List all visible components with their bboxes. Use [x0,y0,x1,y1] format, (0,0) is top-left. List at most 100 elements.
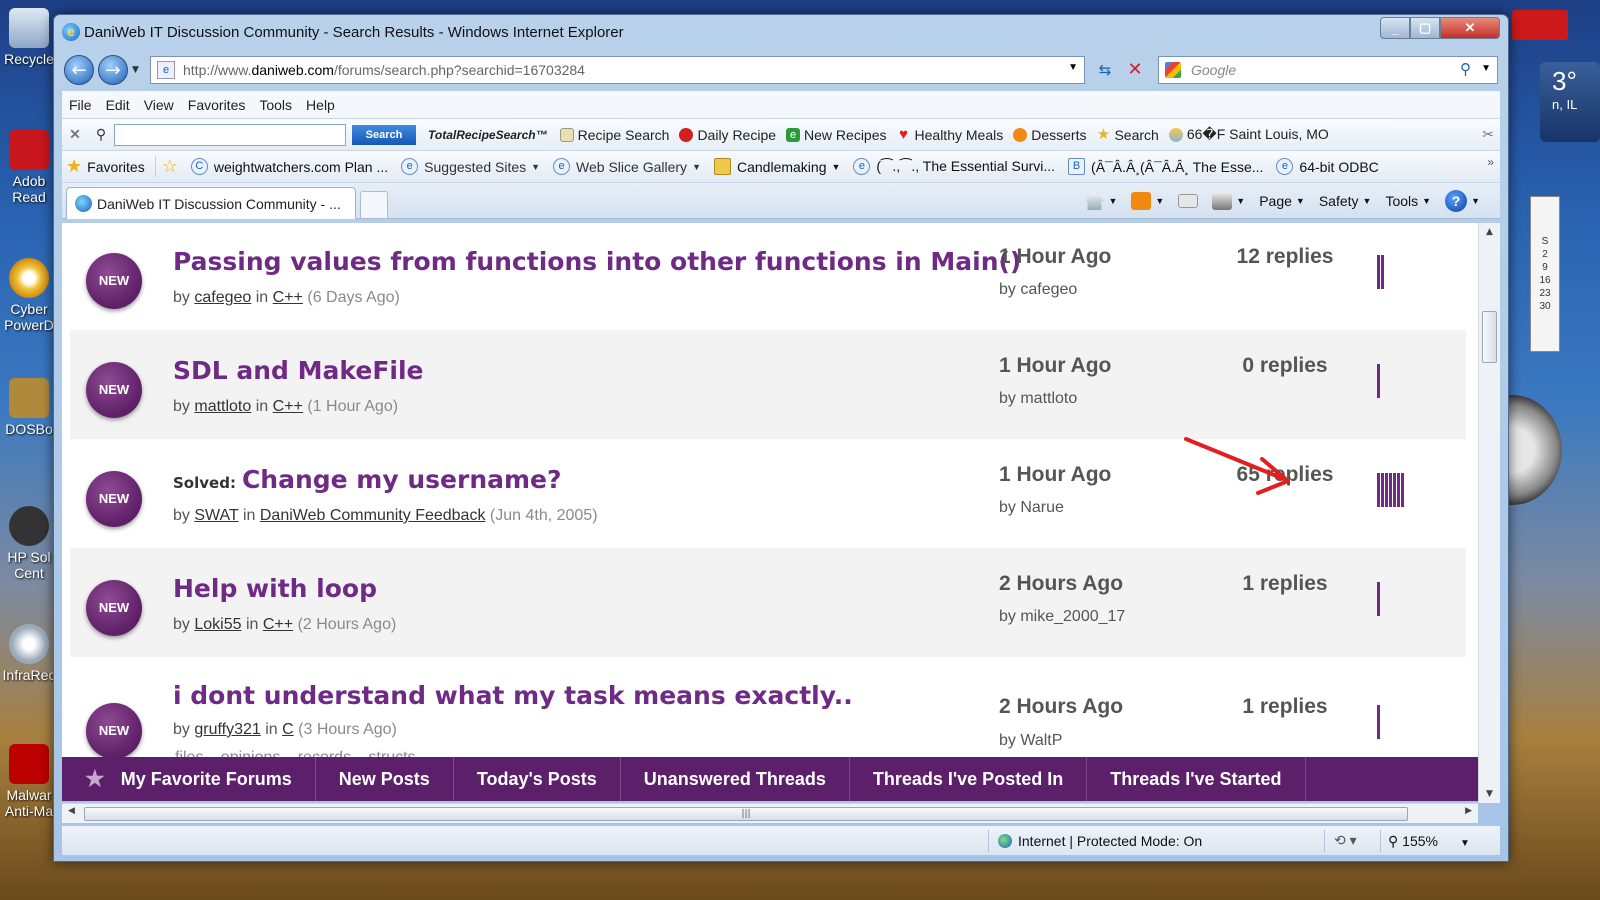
author-link[interactable]: mattloto [194,398,251,415]
desktop-icon-recycle-bin[interactable]: Recycle [0,8,58,67]
vertical-scroll-thumb[interactable] [1482,311,1497,363]
calendar-gadget[interactable]: S 2 9 16 23 30 [1530,196,1560,352]
address-bar[interactable]: e http://www. daniweb.com/forums/search.p… [150,56,1085,84]
toolbar-options-icon[interactable]: ✂ [1482,126,1494,143]
toolbar-daily-recipe[interactable]: Daily Recipe [679,127,776,143]
forum-link[interactable]: C++ [273,398,303,415]
toolbar-search-input[interactable] [114,123,346,146]
last-post-time[interactable]: 1 Hour Ago [999,354,1111,378]
last-post-time[interactable]: 2 Hours Ago [999,572,1123,596]
protected-mode-icon[interactable]: ⟲ ▾ [1334,832,1357,849]
menu-view[interactable]: View [137,97,181,113]
horizontal-scroll-thumb[interactable]: ||| [84,807,1408,821]
desktop-icon-hp-solution-center[interactable]: HP Sol Cent [0,506,58,581]
totalrecipesearch-logo[interactable]: TotalRecipeSearch™ [428,128,548,142]
horizontal-scrollbar[interactable]: ◀ ||| ▶ [62,803,1478,823]
scroll-down-icon[interactable]: ▼ [1479,785,1500,803]
read-mail-button[interactable] [1178,194,1199,208]
menu-favorites[interactable]: Favorites [181,97,253,113]
menu-edit[interactable]: Edit [99,97,137,113]
address-dropdown-icon[interactable]: ▼ [1068,62,1078,73]
fav-weightwatchers[interactable]: Cweightwatchers.com Plan ... [190,158,388,175]
fav-essential-survival-1[interactable]: e (⁀.,⁀., The Essential Survi... [853,158,1055,175]
forum-link[interactable]: C [282,721,294,738]
desktop-icon-malwarebytes[interactable]: Malwar Anti-Ma [0,744,58,819]
nav-unanswered-threads[interactable]: Unanswered Threads [621,757,850,801]
toolbar-new-recipes[interactable]: e New Recipes [786,127,887,143]
search-box[interactable]: Google ⚲ ▼ [1158,56,1498,84]
fav-web-slice-gallery[interactable]: e Web Slice Gallery ▼ [553,158,701,175]
nav-threads-posted-in[interactable]: Threads I've Posted In [850,757,1088,801]
menu-file[interactable]: File [62,97,99,113]
forum-link[interactable]: C++ [273,289,303,306]
feeds-button[interactable]: ▼ [1131,192,1164,210]
page-menu[interactable]: Page ▼ [1259,193,1305,209]
stop-icon[interactable]: ✕ [1122,58,1148,84]
desktop-icon-dosbox[interactable]: DOSBo [0,378,58,437]
fav-essential-survival-2[interactable]: B (Â¯Â.Â¸(Â¯Â.Â¸ The Esse... [1068,158,1263,175]
forward-button[interactable]: → [98,55,128,85]
scroll-left-icon[interactable]: ◀ [68,806,75,816]
nav-new-posts[interactable]: New Posts [316,757,454,801]
thread-title[interactable]: SDL and MakeFile [173,356,424,385]
last-post-time[interactable]: 1 Hour Ago [999,245,1111,269]
recent-pages-dropdown[interactable]: ▼ [132,65,139,75]
scroll-up-icon[interactable]: ▲ [1479,223,1500,241]
print-button[interactable]: ▼ [1212,192,1245,210]
back-button[interactable]: ← [64,55,94,85]
nav-threads-started[interactable]: Threads I've Started [1087,757,1306,801]
toolbar-search[interactable]: ★ Search [1096,127,1159,143]
search-icon[interactable]: ⚲ [1460,60,1471,78]
last-post-time[interactable]: 1 Hour Ago [999,463,1111,487]
zoom-control[interactable]: ⚲ 155% ▼ [1388,833,1470,850]
forum-link[interactable]: C++ [263,616,293,633]
menu-help[interactable]: Help [299,97,342,113]
safety-menu[interactable]: Safety ▼ [1319,193,1372,209]
tab-daniweb[interactable]: DaniWeb IT Discussion Community - ... [66,187,356,219]
close-button[interactable]: ✕ [1440,17,1500,39]
weather-gadget[interactable]: 3° n, IL [1540,62,1600,142]
toolbar-healthy-meals[interactable]: ♥ Healthy Meals [897,127,1003,143]
toolbar-recipe-search[interactable]: Recipe Search [559,127,669,143]
fav-candlemaking[interactable]: Candlemaking ▼ [713,158,840,175]
title-bar[interactable]: e DaniWeb IT Discussion Community - Sear… [54,15,1508,49]
refresh-icon[interactable]: ⇆ [1092,58,1118,84]
toolbar-search-button[interactable]: Search [352,124,416,145]
author-link[interactable]: cafegeo [194,289,251,306]
minimize-button[interactable]: _ [1380,17,1410,39]
forum-link[interactable]: DaniWeb Community Feedback [260,507,486,524]
help-button[interactable]: ? ▼ [1445,190,1480,212]
close-toolbar-icon[interactable]: ✕ [62,126,88,143]
desktop-icon-adobe-reader[interactable]: Adob Read [0,130,58,205]
home-button[interactable]: ▼ [1084,192,1117,210]
favorites-button[interactable]: ★ Favorites [62,156,156,177]
scroll-right-icon[interactable]: ▶ [1465,806,1472,816]
desktop-icon-infrarecorder[interactable]: InfraRec [0,624,58,683]
menu-tools[interactable]: Tools [252,97,299,113]
toolbar-desserts[interactable]: Desserts [1013,127,1086,143]
search-options-dropdown-icon[interactable]: ▼ [1481,63,1491,74]
fav-suggested-sites[interactable]: e Suggested Sites ▼ [401,158,540,175]
nav-my-favorite-forums[interactable]: ★ My Favorite Forums [62,757,316,801]
thread-title[interactable]: Passing values from functions into other… [173,247,1021,276]
author-link[interactable]: Loki55 [194,616,241,633]
author-link[interactable]: SWAT [194,507,238,524]
fav-64bit-odbc[interactable]: e 64-bit ODBC [1276,158,1379,175]
last-post-time[interactable]: 2 Hours Ago [999,695,1123,719]
find-icon[interactable]: ⚲ [88,126,114,143]
nav-todays-posts[interactable]: Today's Posts [454,757,621,801]
thread-title[interactable]: Change my username? [242,465,562,494]
add-to-favorites-bar-button[interactable]: ☆ [162,156,178,177]
toolbar-weather[interactable]: 66�F Saint Louis, MO [1168,126,1329,143]
maximize-button[interactable]: ▢ [1410,17,1440,39]
thread-title[interactable]: Help with loop [173,574,377,603]
desktop-icon-cyberpowerdvd[interactable]: Cyber PowerD [0,258,58,333]
author-link[interactable]: gruffy321 [194,721,260,738]
security-zone[interactable]: Internet | Protected Mode: On [998,833,1202,849]
thread-title[interactable]: i dont understand what my task means exa… [173,681,853,710]
desktop-icon-label: Recycle [4,51,54,67]
vertical-scrollbar[interactable]: ▲ ▼ [1478,223,1500,803]
new-tab-button[interactable] [360,191,388,219]
more-favorites-chevron-icon[interactable]: » [1487,155,1494,169]
tools-menu[interactable]: Tools ▼ [1385,193,1431,209]
